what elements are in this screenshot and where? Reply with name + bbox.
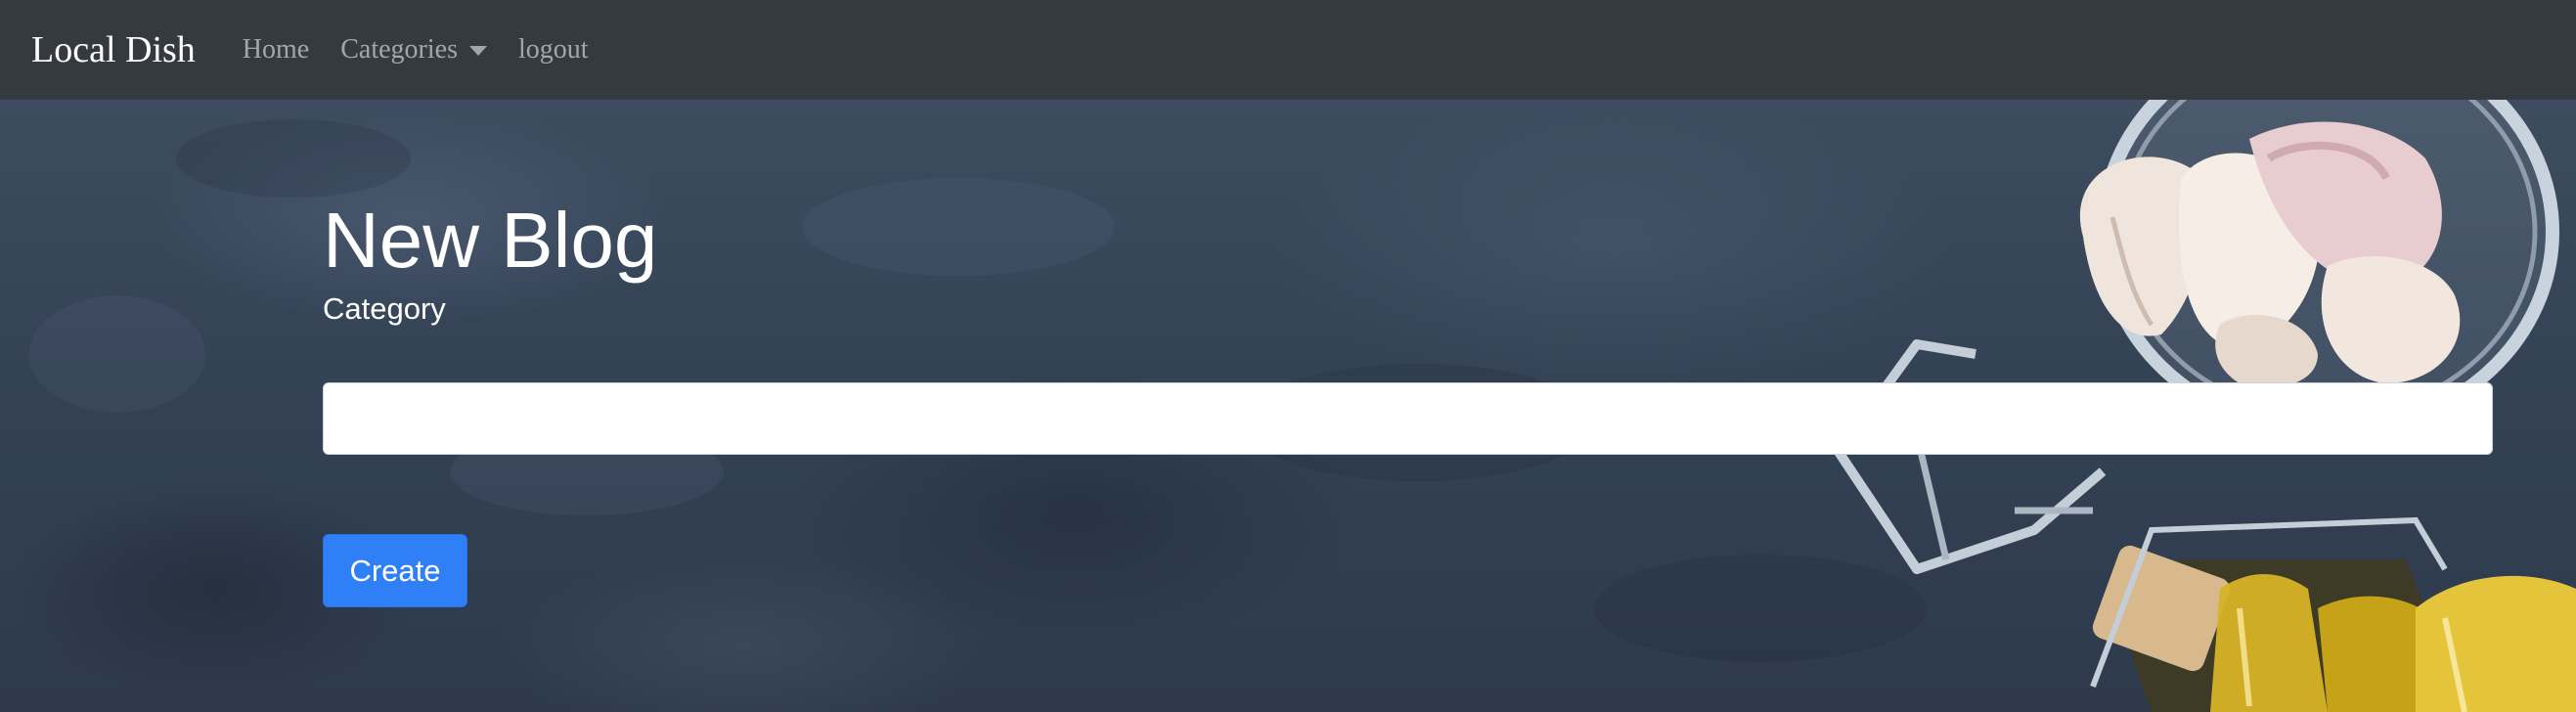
garlic-jar-illustration [1834,100,2559,574]
caret-down-icon [468,46,487,56]
create-button[interactable]: Create [323,534,467,607]
brand-link[interactable]: Local Dish [31,28,196,71]
nav-categories-dropdown[interactable]: Categories [340,34,487,66]
nav-categories-label: Categories [340,34,458,65]
top-navbar: Local Dish Home Categories logout [0,0,2576,100]
category-input[interactable] [323,382,2493,455]
category-label: Category [323,291,446,326]
oil-bottles-illustration [2090,516,2576,712]
nav-home-link[interactable]: Home [243,34,309,66]
page-title: New Blog [323,197,658,284]
nav-logout-link[interactable]: logout [518,34,589,66]
